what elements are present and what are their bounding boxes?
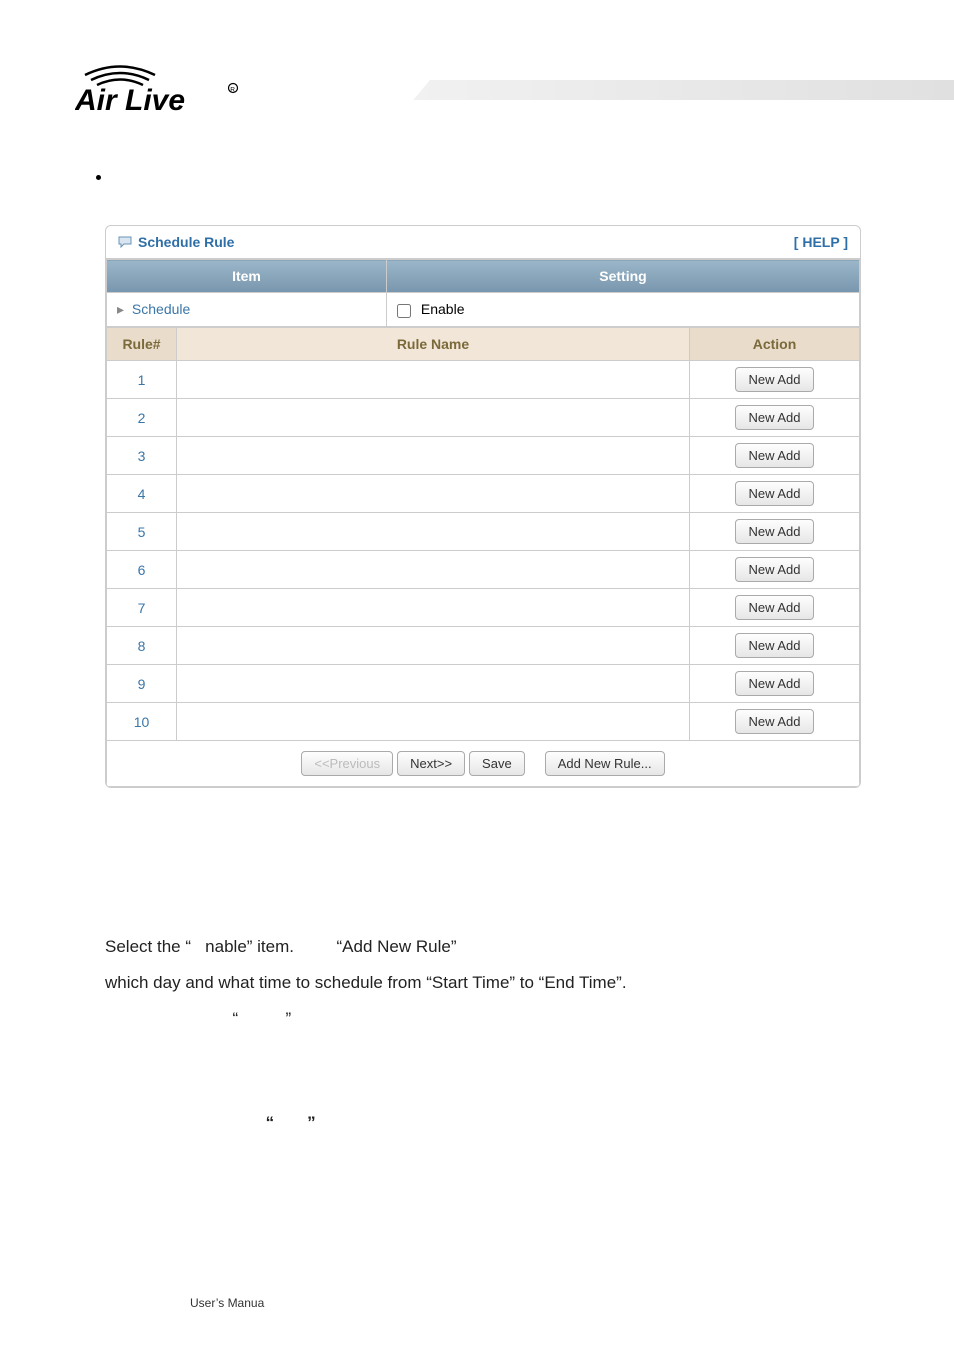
rule-name-cell bbox=[177, 361, 690, 399]
rule-action-cell: New Add bbox=[690, 703, 860, 741]
table-row: 6 New Add bbox=[107, 551, 860, 589]
table-row: 5 New Add bbox=[107, 513, 860, 551]
rule-action-cell: New Add bbox=[690, 399, 860, 437]
col-action: Action bbox=[690, 328, 860, 361]
rule-name-cell bbox=[177, 703, 690, 741]
rule-number: 2 bbox=[107, 399, 177, 437]
table-row: 3 New Add bbox=[107, 437, 860, 475]
footer-row: <<Previous Next>> Save Add New Rule... bbox=[107, 741, 860, 787]
text-frag: “ bbox=[233, 1009, 239, 1028]
caret-icon: ▸ bbox=[117, 301, 124, 317]
table-row: 9 New Add bbox=[107, 665, 860, 703]
page-footer: User’s Manua bbox=[190, 1296, 264, 1310]
rule-name-cell bbox=[177, 627, 690, 665]
schedule-label[interactable]: Schedule bbox=[132, 301, 190, 317]
rule-action-cell: New Add bbox=[690, 589, 860, 627]
speech-bubble-icon bbox=[118, 236, 132, 248]
rule-name-cell bbox=[177, 665, 690, 703]
rule-action-cell: New Add bbox=[690, 361, 860, 399]
schedule-row: ▸ Schedule Enable bbox=[107, 293, 860, 327]
enable-label: Enable bbox=[421, 301, 465, 317]
new-add-button[interactable]: New Add bbox=[735, 595, 813, 620]
text-frag: nable” item. bbox=[205, 937, 294, 956]
header-setting: Setting bbox=[387, 260, 860, 293]
text-frag: Select the “ bbox=[105, 937, 191, 956]
col-rule: Rule# bbox=[107, 328, 177, 361]
rule-action-cell: New Add bbox=[690, 475, 860, 513]
new-add-button[interactable]: New Add bbox=[735, 443, 813, 468]
rule-number: 3 bbox=[107, 437, 177, 475]
text-frag: “Add New Rule” bbox=[337, 937, 457, 956]
new-add-button[interactable]: New Add bbox=[735, 671, 813, 696]
rule-number: 10 bbox=[107, 703, 177, 741]
add-new-rule-button[interactable]: Add New Rule... bbox=[545, 751, 665, 776]
rule-name-cell bbox=[177, 437, 690, 475]
new-add-button[interactable]: New Add bbox=[735, 405, 813, 430]
col-rulename: Rule Name bbox=[177, 328, 690, 361]
text-frag: “ bbox=[266, 1113, 275, 1132]
body-text: Select the “ nable” item. “Add New Rule”… bbox=[105, 930, 861, 1142]
settings-table: Item Setting ▸ Schedule Enable bbox=[106, 259, 860, 327]
text-frag: ” bbox=[285, 1009, 291, 1028]
enable-checkbox-wrap[interactable]: Enable bbox=[397, 301, 464, 317]
schedule-rule-panel: Schedule Rule [ HELP ] Item Setting ▸ Sc… bbox=[105, 225, 861, 788]
rule-number: 8 bbox=[107, 627, 177, 665]
rules-table: Rule# Rule Name Action 1New Add2New Add3… bbox=[106, 327, 860, 787]
rules-header-row: Rule# Rule Name Action bbox=[107, 328, 860, 361]
new-add-button[interactable]: New Add bbox=[735, 519, 813, 544]
table-row: 2 New Add bbox=[107, 399, 860, 437]
table-row: 10 New Add bbox=[107, 703, 860, 741]
table-row: 7 New Add bbox=[107, 589, 860, 627]
prev-button: <<Previous bbox=[301, 751, 393, 776]
rule-action-cell: New Add bbox=[690, 513, 860, 551]
rule-action-cell: New Add bbox=[690, 437, 860, 475]
save-button[interactable]: Save bbox=[469, 751, 525, 776]
rule-number: 5 bbox=[107, 513, 177, 551]
header-band bbox=[290, 80, 954, 120]
bullet-icon bbox=[96, 175, 101, 180]
new-add-button[interactable]: New Add bbox=[735, 557, 813, 582]
table-row: 1 New Add bbox=[107, 361, 860, 399]
rule-number: 7 bbox=[107, 589, 177, 627]
new-add-button[interactable]: New Add bbox=[735, 367, 813, 392]
svg-text:Air Live: Air Live bbox=[75, 84, 185, 115]
new-add-button[interactable]: New Add bbox=[735, 481, 813, 506]
enable-checkbox[interactable] bbox=[397, 304, 411, 318]
table-row: 8 New Add bbox=[107, 627, 860, 665]
new-add-button[interactable]: New Add bbox=[735, 709, 813, 734]
rule-name-cell bbox=[177, 513, 690, 551]
panel-title-bar: Schedule Rule [ HELP ] bbox=[106, 226, 860, 259]
next-button[interactable]: Next>> bbox=[397, 751, 465, 776]
rule-number: 9 bbox=[107, 665, 177, 703]
svg-text:R: R bbox=[230, 87, 235, 94]
text-line: which day and what time to schedule from… bbox=[105, 966, 861, 1000]
rule-name-cell bbox=[177, 589, 690, 627]
panel-title-text: Schedule Rule bbox=[138, 234, 234, 250]
text-frag: ” bbox=[307, 1113, 316, 1132]
rule-name-cell bbox=[177, 551, 690, 589]
rule-number: 1 bbox=[107, 361, 177, 399]
brand-logo: Air Live R bbox=[75, 60, 245, 115]
table-row: 4 New Add bbox=[107, 475, 860, 513]
rule-number: 4 bbox=[107, 475, 177, 513]
help-link[interactable]: [ HELP ] bbox=[794, 234, 848, 250]
rule-action-cell: New Add bbox=[690, 551, 860, 589]
settings-header-row: Item Setting bbox=[107, 260, 860, 293]
rule-name-cell bbox=[177, 475, 690, 513]
rule-action-cell: New Add bbox=[690, 665, 860, 703]
header-item: Item bbox=[107, 260, 387, 293]
rule-number: 6 bbox=[107, 551, 177, 589]
new-add-button[interactable]: New Add bbox=[735, 633, 813, 658]
rule-action-cell: New Add bbox=[690, 627, 860, 665]
rule-name-cell bbox=[177, 399, 690, 437]
